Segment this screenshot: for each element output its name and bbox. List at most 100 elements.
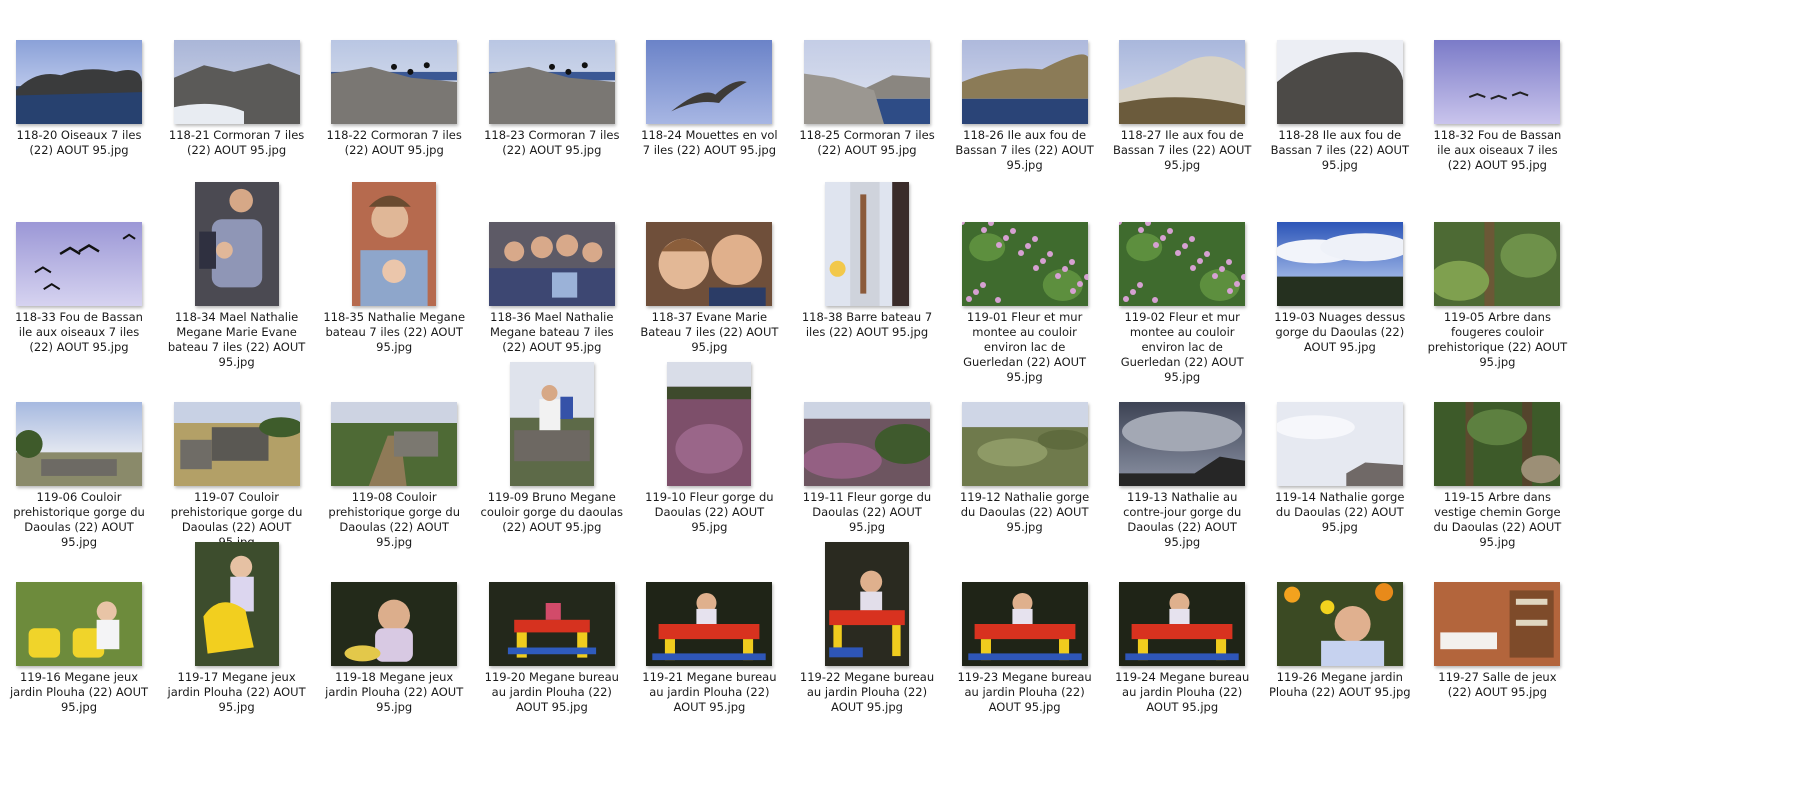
- thumbnail-frame: [5, 0, 153, 126]
- file-name-label: 118-26 Ile aux fou de Bassan 7 iles (22)…: [955, 128, 1094, 172]
- thumbnail-image[interactable]: [825, 182, 909, 306]
- file-item[interactable]: 119-11 Fleur gorge du Daoulas (22) AOUT …: [793, 360, 941, 560]
- thumbnail-image[interactable]: [16, 222, 142, 306]
- thumbnail-image[interactable]: [1119, 40, 1246, 124]
- thumbnail-image[interactable]: [646, 40, 773, 124]
- file-item[interactable]: 118-37 Evane Marie Bateau 7 iles (22) AO…: [635, 180, 783, 380]
- file-item[interactable]: 119-14 Nathalie gorge du Daoulas (22) AO…: [1266, 360, 1414, 560]
- file-name-label: 118-24 Mouettes en vol 7 iles (22) AOUT …: [641, 128, 778, 157]
- thumbnail-image[interactable]: [1276, 40, 1403, 124]
- thumbnail-image[interactable]: [194, 182, 279, 306]
- thumbnail-frame: [320, 0, 468, 126]
- thumbnail-image[interactable]: [16, 402, 142, 486]
- thumbnail-image[interactable]: [173, 40, 300, 124]
- thumbnail-image[interactable]: [16, 40, 142, 124]
- file-item[interactable]: 119-22 Megane bureau au jardin Plouha (2…: [793, 540, 941, 740]
- thumbnail-image[interactable]: [331, 582, 458, 666]
- thumbnail-image[interactable]: [331, 40, 458, 124]
- file-item[interactable]: 118-21 Cormoran 7 iles (22) AOUT 95.jpg: [163, 0, 311, 198]
- file-item[interactable]: 119-03 Nuages dessus gorge du Daoulas (2…: [1266, 180, 1414, 380]
- file-name-label: 119-26 Megane jardin Plouha (22) AOUT 95…: [1268, 670, 1411, 699]
- thumbnail-image[interactable]: [1434, 40, 1561, 124]
- file-item[interactable]: 118-24 Mouettes en vol 7 iles (22) AOUT …: [635, 0, 783, 198]
- file-name-label: 119-24 Megane bureau au jardin Plouha (2…: [1115, 670, 1250, 714]
- file-item[interactable]: 119-21 Megane bureau au jardin Plouha (2…: [635, 540, 783, 740]
- thumbnail-image[interactable]: [1276, 582, 1403, 666]
- file-item[interactable]: 119-01 Fleur et mur montee au couloir en…: [951, 180, 1099, 384]
- thumbnail-image[interactable]: [646, 222, 773, 306]
- thumbnail-image[interactable]: [488, 40, 615, 124]
- file-item[interactable]: 118-20 Oiseaux 7 iles (22) AOUT 95.jpg: [5, 0, 153, 198]
- thumbnail-image[interactable]: [804, 402, 930, 486]
- file-item[interactable]: 118-25 Cormoran 7 iles (22) AOUT 95.jpg: [793, 0, 941, 198]
- file-item[interactable]: 118-34 Mael Nathalie Megane Marie Evane …: [163, 180, 311, 380]
- file-name-label: 119-23 Megane bureau au jardin Plouha (2…: [957, 670, 1092, 714]
- thumbnail-image[interactable]: [961, 402, 1088, 486]
- file-item[interactable]: 119-27 Salle de jeux (22) AOUT 95.jpg: [1423, 540, 1571, 740]
- file-item[interactable]: 119-10 Fleur gorge du Daoulas (22) AOUT …: [635, 360, 783, 560]
- file-item[interactable]: 119-05 Arbre dans fougeres couloir prehi…: [1423, 180, 1571, 380]
- file-item[interactable]: 118-28 Ile aux fou de Bassan 7 iles (22)…: [1266, 0, 1414, 198]
- file-item[interactable]: 119-12 Nathalie gorge du Daoulas (22) AO…: [951, 360, 1099, 560]
- thumbnail-image[interactable]: [1276, 402, 1403, 486]
- file-item[interactable]: 119-15 Arbre dans vestige chemin Gorge d…: [1423, 360, 1571, 560]
- file-item[interactable]: 119-06 Couloir prehistorique gorge du Da…: [5, 360, 153, 560]
- thumbnail-image[interactable]: [1119, 222, 1246, 306]
- file-item[interactable]: 119-07 Couloir prehistorique gorge du Da…: [163, 360, 311, 560]
- thumbnail-image[interactable]: [1434, 402, 1561, 486]
- file-item[interactable]: 119-24 Megane bureau au jardin Plouha (2…: [1108, 540, 1256, 740]
- file-name-label: 119-09 Bruno Megane couloir gorge du dao…: [480, 490, 624, 534]
- file-name-label: 119-21 Megane bureau au jardin Plouha (2…: [642, 670, 777, 714]
- thumbnail-image[interactable]: [173, 402, 300, 486]
- thumbnail-frame: [951, 180, 1099, 308]
- thumbnail-image[interactable]: [1276, 222, 1403, 306]
- file-item[interactable]: 119-17 Megane jeux jardin Plouha (22) AO…: [163, 540, 311, 740]
- thumbnail-image[interactable]: [961, 40, 1088, 124]
- thumbnail-image[interactable]: [509, 362, 594, 486]
- thumbnail-image[interactable]: [961, 582, 1088, 666]
- file-name-label: 118-28 Ile aux fou de Bassan 7 iles (22)…: [1270, 128, 1409, 172]
- thumbnail-frame: [951, 360, 1099, 488]
- file-item[interactable]: 119-20 Megane bureau au jardin Plouha (2…: [478, 540, 626, 740]
- thumbnail-image[interactable]: [331, 402, 458, 486]
- thumbnail-image[interactable]: [804, 40, 930, 124]
- file-item[interactable]: 118-35 Nathalie Megane bateau 7 iles (22…: [320, 180, 468, 380]
- file-name-label: 118-20 Oiseaux 7 iles (22) AOUT 95.jpg: [16, 128, 142, 157]
- thumbnail-frame: [951, 540, 1099, 668]
- file-item[interactable]: 119-26 Megane jardin Plouha (22) AOUT 95…: [1266, 540, 1414, 740]
- file-item[interactable]: 119-16 Megane jeux jardin Plouha (22) AO…: [5, 540, 153, 740]
- file-item[interactable]: 119-13 Nathalie au contre-jour gorge du …: [1108, 360, 1256, 560]
- thumbnail-image[interactable]: [352, 182, 437, 306]
- thumbnail-frame: [1108, 180, 1256, 308]
- thumbnail-image[interactable]: [488, 582, 615, 666]
- thumbnail-frame: [635, 360, 783, 488]
- thumbnail-frame: [1266, 360, 1414, 488]
- file-item[interactable]: 119-02 Fleur et mur montee au couloir en…: [1108, 180, 1256, 384]
- thumbnail-image[interactable]: [1434, 222, 1561, 306]
- thumbnail-image[interactable]: [825, 542, 909, 666]
- file-item[interactable]: 118-36 Mael Nathalie Megane bateau 7 ile…: [478, 180, 626, 380]
- file-item[interactable]: 118-33 Fou de Bassan ile aux oiseaux 7 i…: [5, 180, 153, 380]
- file-item[interactable]: 119-09 Bruno Megane couloir gorge du dao…: [478, 360, 626, 560]
- thumbnail-image[interactable]: [667, 362, 752, 486]
- thumbnail-image[interactable]: [194, 542, 279, 666]
- thumbnail-image[interactable]: [1119, 402, 1246, 486]
- file-item[interactable]: 119-18 Megane jeux jardin Plouha (22) AO…: [320, 540, 468, 740]
- file-item[interactable]: 118-32 Fou de Bassan ile aux oiseaux 7 i…: [1423, 0, 1571, 198]
- file-grid: 118-20 Oiseaux 7 iles (22) AOUT 95.jpg 1…: [0, 0, 1810, 786]
- file-item[interactable]: 118-26 Ile aux fou de Bassan 7 iles (22)…: [951, 0, 1099, 198]
- file-item[interactable]: 118-22 Cormoran 7 iles (22) AOUT 95.jpg: [320, 0, 468, 198]
- thumbnail-image[interactable]: [961, 222, 1088, 306]
- file-item[interactable]: 118-27 Ile aux fou de Bassan 7 iles (22)…: [1108, 0, 1256, 198]
- file-item[interactable]: 118-23 Cormoran 7 iles (22) AOUT 95.jpg: [478, 0, 626, 198]
- thumbnail-image[interactable]: [1434, 582, 1561, 666]
- file-name-label: 119-20 Megane bureau au jardin Plouha (2…: [484, 670, 619, 714]
- thumbnail-image[interactable]: [488, 222, 615, 306]
- file-item[interactable]: 119-08 Couloir prehistorique gorge du Da…: [320, 360, 468, 560]
- thumbnail-image[interactable]: [646, 582, 773, 666]
- thumbnail-image[interactable]: [1119, 582, 1246, 666]
- file-item[interactable]: 119-23 Megane bureau au jardin Plouha (2…: [951, 540, 1099, 740]
- thumbnail-image[interactable]: [16, 582, 142, 666]
- file-name-label: 119-16 Megane jeux jardin Plouha (22) AO…: [9, 670, 149, 714]
- file-item[interactable]: 118-38 Barre bateau 7 iles (22) AOUT 95.…: [793, 180, 941, 380]
